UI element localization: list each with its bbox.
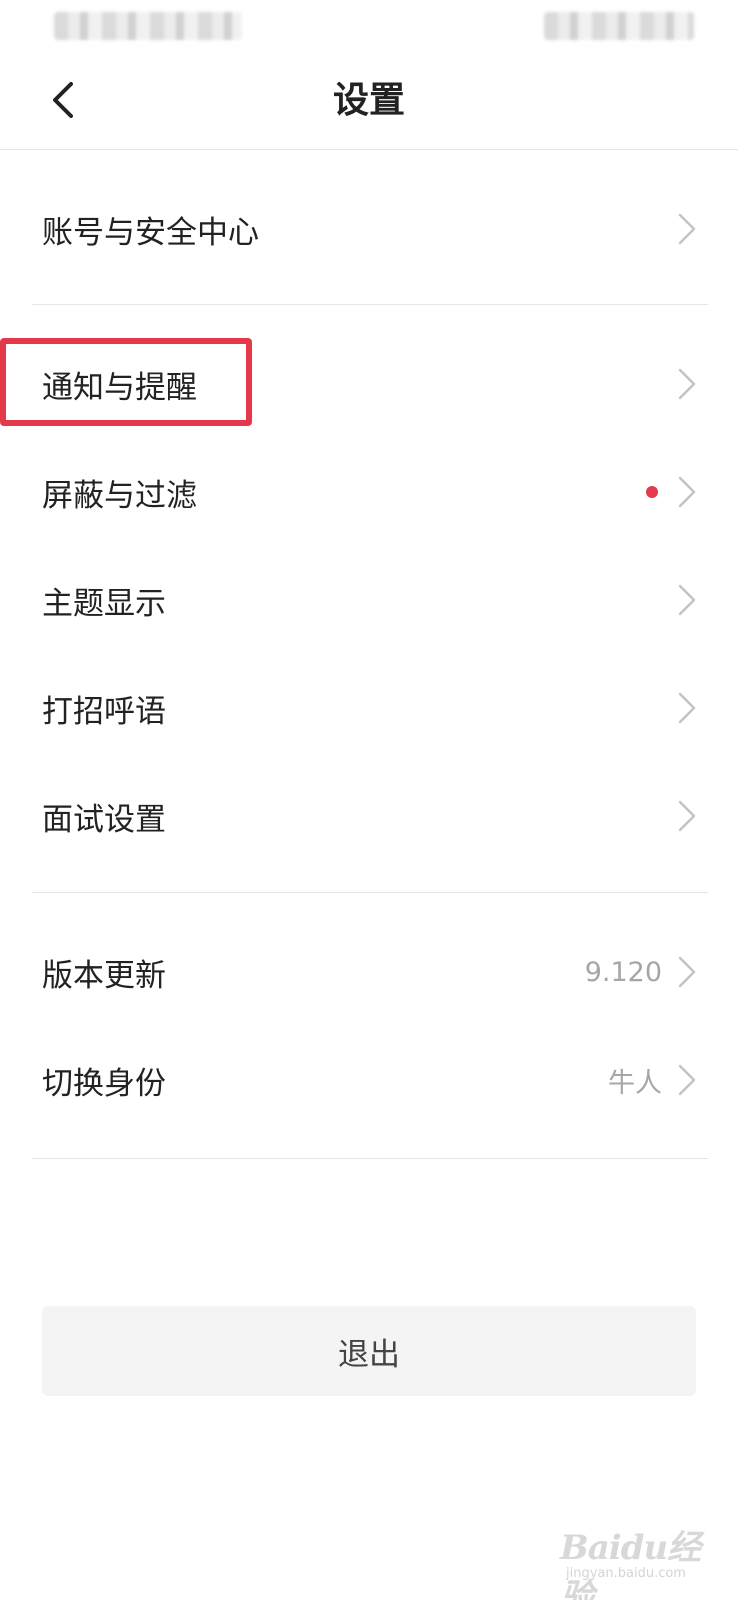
divider bbox=[32, 304, 708, 305]
identity-value: 牛人 bbox=[608, 1067, 662, 1099]
settings-item-label: 通知与提醒 bbox=[42, 369, 197, 406]
chevron-right-icon bbox=[678, 368, 696, 400]
blurred-status-right bbox=[544, 12, 694, 40]
settings-item-label: 屏蔽与过滤 bbox=[42, 477, 197, 514]
chevron-right-icon bbox=[678, 1064, 696, 1096]
chevron-right-icon bbox=[678, 692, 696, 724]
settings-item-account-security[interactable]: 账号与安全中心 bbox=[0, 175, 738, 283]
divider bbox=[32, 892, 708, 893]
chevron-right-icon bbox=[678, 476, 696, 508]
settings-item-theme[interactable]: 主题显示 bbox=[0, 546, 738, 654]
chevron-left-icon bbox=[53, 82, 73, 118]
settings-item-label: 面试设置 bbox=[42, 801, 166, 838]
blurred-status-left bbox=[54, 12, 242, 40]
chevron-right-icon bbox=[678, 800, 696, 832]
chevron-right-icon bbox=[678, 956, 696, 988]
settings-item-block-filter[interactable]: 屏蔽与过滤 bbox=[0, 438, 738, 546]
status-bar bbox=[0, 0, 738, 52]
settings-item-version-update[interactable]: 版本更新 9.120 bbox=[0, 918, 738, 1026]
nav-bar: 设置 bbox=[0, 52, 738, 150]
settings-item-switch-identity[interactable]: 切换身份 牛人 bbox=[0, 1026, 738, 1134]
settings-item-greeting[interactable]: 打招呼语 bbox=[0, 654, 738, 762]
version-value: 9.120 bbox=[584, 956, 662, 988]
settings-item-label: 账号与安全中心 bbox=[42, 214, 259, 251]
settings-item-label: 主题显示 bbox=[42, 585, 166, 622]
red-dot-badge bbox=[646, 486, 658, 498]
watermark: Baidu经验 jingyan.baidu.com bbox=[560, 1520, 730, 1600]
logout-button[interactable]: 退出 bbox=[42, 1306, 696, 1396]
watermark-main: Baidu经验 bbox=[560, 1528, 701, 1600]
divider bbox=[32, 1158, 708, 1159]
back-button[interactable] bbox=[36, 74, 88, 126]
chevron-right-icon bbox=[678, 213, 696, 245]
settings-item-label: 切换身份 bbox=[42, 1065, 166, 1102]
page-title: 设置 bbox=[332, 80, 405, 121]
watermark-sub: jingyan.baidu.com bbox=[566, 1566, 686, 1581]
settings-item-label: 打招呼语 bbox=[42, 693, 166, 730]
settings-item-notifications[interactable]: 通知与提醒 bbox=[0, 330, 738, 438]
settings-item-label: 版本更新 bbox=[42, 957, 166, 994]
chevron-right-icon bbox=[678, 584, 696, 616]
settings-item-interview[interactable]: 面试设置 bbox=[0, 762, 738, 870]
